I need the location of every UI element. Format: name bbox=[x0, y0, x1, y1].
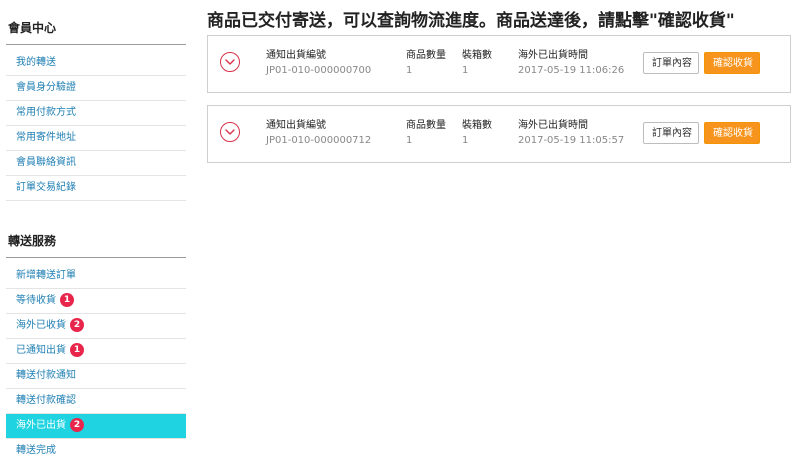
count-badge: 2 bbox=[70, 418, 84, 432]
sidebar-item-member-3[interactable]: 常用寄件地址 bbox=[6, 126, 186, 151]
page-title: 商品已交付寄送，可以查詢物流進度。商品送達後，請點擊"確認收貨" bbox=[207, 11, 735, 31]
sidebar-item-label: 轉送完成 bbox=[16, 445, 56, 456]
sidebar-item-transfer-3[interactable]: 已通知出貨 1 bbox=[6, 339, 186, 364]
count-badge: 1 bbox=[70, 343, 84, 357]
field-label: 商品數量 bbox=[406, 50, 446, 61]
sidebar-item-label: 常用付款方式 bbox=[16, 107, 76, 118]
order-detail-button[interactable]: 訂單內容 bbox=[643, 52, 699, 74]
order-field-boxes: 裝箱數 1 bbox=[462, 119, 492, 148]
order-field-ship-time: 海外已出貨時間 2017-05-19 11:06:26 bbox=[518, 49, 624, 78]
field-label: 通知出貨編號 bbox=[266, 50, 326, 61]
field-value: JP01-010-000000700 bbox=[266, 65, 372, 76]
order-detail-button[interactable]: 訂單內容 bbox=[643, 122, 699, 144]
field-value: 1 bbox=[406, 65, 413, 76]
field-label: 海外已出貨時間 bbox=[518, 50, 588, 61]
member-center-title: 會員中心 bbox=[8, 21, 57, 35]
order-card: 通知出貨編號 JP01-010-000000700 商品數量 1 裝箱數 1 海外已出貨時間… bbox=[207, 35, 791, 93]
page: 會員中心 我的轉送 會員身分驗證 常用付款方式 常用寄件地址 會員聯絡資訊 訂單交易紀錄 … bbox=[0, 0, 800, 462]
chevron-down-circle-icon[interactable] bbox=[220, 52, 240, 72]
field-value: 1 bbox=[462, 135, 469, 146]
order-field-boxes: 裝箱數 1 bbox=[462, 49, 492, 78]
sidebar-item-label: 等待收貨 bbox=[16, 295, 56, 306]
sidebar-item-label: 新增轉送訂單 bbox=[16, 270, 76, 281]
field-value: 1 bbox=[462, 65, 469, 76]
chevron-down-circle-icon[interactable] bbox=[220, 122, 240, 142]
sidebar-item-label: 海外已出貨 bbox=[16, 420, 66, 431]
count-badge: 1 bbox=[60, 293, 74, 307]
order-card: 通知出貨編號 JP01-010-000000712 商品數量 1 裝箱數 1 海外已出貨時間… bbox=[207, 105, 791, 163]
sidebar-item-transfer-6[interactable]: 海外已出貨 2 bbox=[6, 414, 186, 439]
sidebar-item-transfer-0[interactable]: 新增轉送訂單 bbox=[6, 264, 186, 289]
sidebar-item-transfer-7[interactable]: 轉送完成 bbox=[6, 439, 186, 462]
field-value: JP01-010-000000712 bbox=[266, 135, 372, 146]
sidebar: 會員中心 我的轉送 會員身分驗證 常用付款方式 常用寄件地址 會員聯絡資訊 訂單交易紀錄 … bbox=[6, 0, 186, 462]
field-label: 海外已出貨時間 bbox=[518, 120, 588, 131]
field-value: 2017-05-19 11:06:26 bbox=[518, 65, 625, 76]
field-value: 1 bbox=[406, 135, 413, 146]
sidebar-item-transfer-4[interactable]: 轉送付款通知 bbox=[6, 364, 186, 389]
sidebar-item-member-4[interactable]: 會員聯絡資訊 bbox=[6, 151, 186, 176]
sidebar-item-label: 我的轉送 bbox=[16, 57, 56, 68]
field-label: 商品數量 bbox=[406, 120, 446, 131]
sidebar-item-label: 會員身分驗證 bbox=[16, 82, 76, 93]
sidebar-item-label: 轉送付款通知 bbox=[16, 370, 76, 381]
field-label: 通知出貨編號 bbox=[266, 120, 326, 131]
sidebar-item-label: 訂單交易紀錄 bbox=[16, 182, 76, 193]
sidebar-item-transfer-2[interactable]: 海外已收貨 2 bbox=[6, 314, 186, 339]
count-badge: 2 bbox=[70, 318, 84, 332]
order-field-qty: 商品數量 1 bbox=[406, 49, 446, 78]
sidebar-item-member-1[interactable]: 會員身分驗證 bbox=[6, 76, 186, 101]
sidebar-item-label: 已通知出貨 bbox=[16, 345, 66, 356]
order-field-ship-time: 海外已出貨時間 2017-05-19 11:05:57 bbox=[518, 119, 624, 148]
field-label: 裝箱數 bbox=[462, 120, 492, 131]
sidebar-item-label: 常用寄件地址 bbox=[16, 132, 76, 143]
order-field-notice-no: 通知出貨編號 JP01-010-000000700 bbox=[266, 49, 371, 78]
sidebar-item-member-5[interactable]: 訂單交易紀錄 bbox=[6, 176, 186, 201]
sidebar-item-member-0[interactable]: 我的轉送 bbox=[6, 51, 186, 76]
order-field-notice-no: 通知出貨編號 JP01-010-000000712 bbox=[266, 119, 371, 148]
sidebar-item-label: 轉送付款確認 bbox=[16, 395, 76, 406]
sidebar-item-label: 海外已收貨 bbox=[16, 320, 66, 331]
field-label: 裝箱數 bbox=[462, 50, 492, 61]
confirm-receipt-button[interactable]: 確認收貨 bbox=[704, 52, 760, 74]
confirm-receipt-button[interactable]: 確認收貨 bbox=[704, 122, 760, 144]
sidebar-item-member-2[interactable]: 常用付款方式 bbox=[6, 101, 186, 126]
sidebar-item-transfer-5[interactable]: 轉送付款確認 bbox=[6, 389, 186, 414]
transfer-service-title: 轉送服務 bbox=[8, 234, 57, 248]
transfer-nav: 新增轉送訂單 等待收貨 1 海外已收貨 2 已通知出貨 1 轉送付款通知 轉送付款確認 海外已出貨… bbox=[6, 264, 186, 462]
member-nav: 我的轉送會員身分驗證 常用付款方式 常用寄件地址 會員聯絡資訊 訂單交易紀錄 bbox=[6, 51, 186, 201]
order-field-qty: 商品數量 1 bbox=[406, 119, 446, 148]
sidebar-item-label: 會員聯絡資訊 bbox=[16, 157, 76, 168]
sidebar-item-transfer-1[interactable]: 等待收貨 1 bbox=[6, 289, 186, 314]
field-value: 2017-05-19 11:05:57 bbox=[518, 135, 625, 146]
